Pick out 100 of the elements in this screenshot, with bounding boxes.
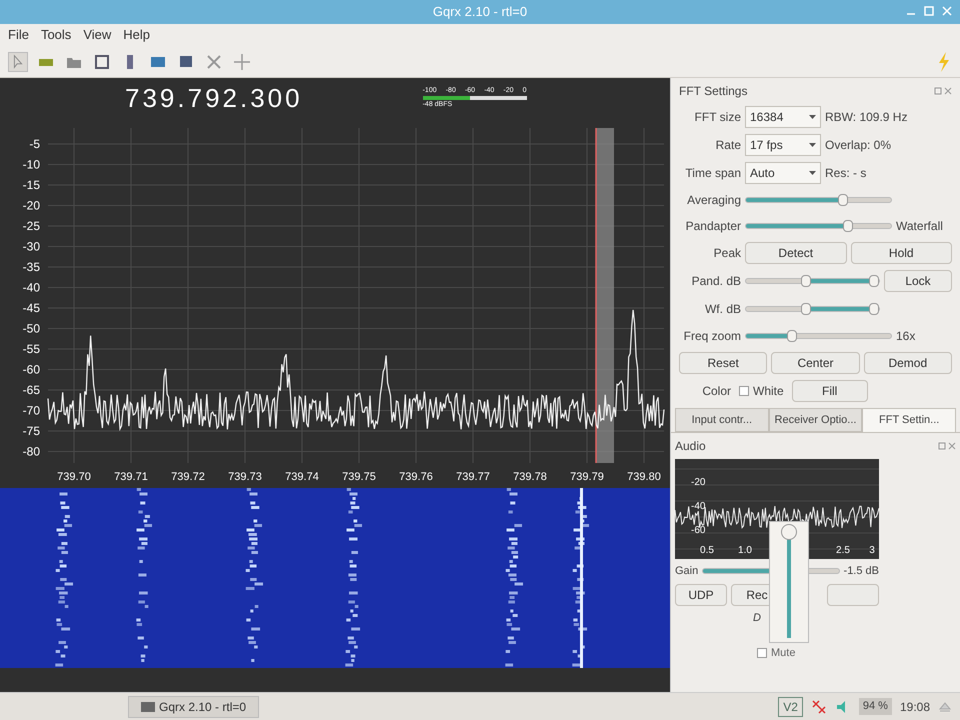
dropdown[interactable]: 16384 xyxy=(745,106,821,128)
x-axis-label: 739.80 xyxy=(627,471,661,483)
dropdown[interactable]: Auto xyxy=(745,162,821,184)
partial-label: D xyxy=(753,610,761,626)
lightning-icon[interactable] xyxy=(936,50,952,72)
checkbox-label: White xyxy=(753,383,784,400)
slider-handle[interactable] xyxy=(838,194,848,206)
fill-button[interactable]: Fill xyxy=(792,380,868,402)
panel-button[interactable]: Reset xyxy=(679,352,768,374)
setting-label: Freq zoom xyxy=(682,328,741,345)
x-axis-label: 739.77 xyxy=(456,471,490,483)
y-axis-label: -45 xyxy=(22,301,40,315)
dropdown[interactable]: 17 fps xyxy=(745,134,821,156)
dock-buttons-icon[interactable] xyxy=(934,87,952,95)
close-icon[interactable] xyxy=(942,6,952,16)
mute-label: Mute xyxy=(771,646,796,661)
menu-item[interactable]: Tools xyxy=(40,25,72,45)
y-axis-label: -50 xyxy=(22,322,40,336)
slider-handle[interactable] xyxy=(869,275,879,287)
passband-marker[interactable] xyxy=(596,128,614,463)
panel-button[interactable]: Center xyxy=(771,352,860,374)
x-axis-label: 1.0 xyxy=(738,545,752,556)
audio-button[interactable] xyxy=(827,584,879,606)
y-axis-label: -20 xyxy=(22,198,40,212)
gain-reading: -1.5 dB xyxy=(844,564,879,579)
panel-button[interactable]: Detect xyxy=(745,242,846,264)
x-axis-label: 3 xyxy=(869,545,875,556)
dock-tab[interactable]: FFT Settin... xyxy=(862,408,956,432)
setting-label: Wf. dB xyxy=(704,301,741,318)
slider-handle[interactable] xyxy=(800,275,811,287)
y-axis-label: -65 xyxy=(22,383,40,397)
taskbar-window-button[interactable]: Gqrx 2.10 - rtl=0 xyxy=(128,696,260,718)
x-axis-label: 739.76 xyxy=(399,471,433,483)
clock[interactable]: 19:08 xyxy=(900,698,930,716)
slider-track[interactable] xyxy=(745,333,892,339)
y-axis-label: -80 xyxy=(22,444,40,458)
y-axis-label: -35 xyxy=(22,260,40,274)
network-disconnected-icon[interactable] xyxy=(810,698,827,714)
y-axis-label: -55 xyxy=(22,342,40,356)
volume-handle[interactable] xyxy=(781,524,797,540)
y-axis-label: -40 xyxy=(22,280,40,294)
y-axis-label: -40 xyxy=(691,501,706,512)
setting-label: Peak xyxy=(712,245,741,262)
x-axis-label: 739.72 xyxy=(171,471,205,483)
slider-track[interactable] xyxy=(745,197,892,203)
dock-tab[interactable]: Receiver Optio... xyxy=(768,408,862,432)
setting-label: Averaging xyxy=(686,192,741,209)
setting-info: Overlap: 0% xyxy=(825,137,892,154)
y-axis-label: -20 xyxy=(691,477,706,488)
setting-label: Pand. dB xyxy=(690,273,741,290)
panel-button[interactable]: Hold xyxy=(850,242,952,264)
x-axis-label: 739.71 xyxy=(114,471,148,483)
setting-label: FFT size xyxy=(694,109,741,126)
y-axis-label: -60 xyxy=(22,362,40,376)
menu-item[interactable]: Help xyxy=(123,25,150,45)
battery-reading[interactable]: 94 % xyxy=(858,698,892,715)
maximize-icon[interactable] xyxy=(924,6,934,16)
setting-info: Res: - s xyxy=(825,165,866,182)
menu-item[interactable]: View xyxy=(83,25,112,45)
lock-button[interactable]: Lock xyxy=(884,270,952,292)
dock-title: Audio xyxy=(675,438,706,455)
x-axis-label: 739.79 xyxy=(570,471,604,483)
eject-icon[interactable] xyxy=(938,700,952,714)
setting-info: RBW: 109.9 Hz xyxy=(825,109,908,126)
slider-handle[interactable] xyxy=(842,220,852,232)
caret-icon xyxy=(809,115,816,119)
y-axis-label: -60 xyxy=(691,525,706,536)
caret-icon xyxy=(809,171,816,175)
pointer-icon[interactable] xyxy=(8,52,28,72)
slider-handle[interactable] xyxy=(800,303,811,315)
dock-buttons-icon[interactable] xyxy=(938,442,956,450)
x-axis-label: 739.75 xyxy=(342,471,376,483)
setting-label: Time span xyxy=(684,165,741,182)
x-axis-label: 739.78 xyxy=(513,471,547,483)
slider-track[interactable] xyxy=(745,223,892,229)
window-title: Gqrx 2.10 - rtl=0 xyxy=(432,3,528,22)
y-axis-label: -10 xyxy=(22,158,40,172)
setting-info: 16x xyxy=(896,328,916,345)
gain-label: Gain xyxy=(675,564,698,579)
dock-tab[interactable]: Input contr... xyxy=(675,408,769,432)
setting-label: Rate xyxy=(714,137,741,154)
slider-track[interactable] xyxy=(745,278,880,284)
x-axis-label: 739.73 xyxy=(228,471,262,483)
y-axis-label: -30 xyxy=(22,240,40,254)
y-axis-label: -70 xyxy=(22,404,40,418)
checkbox[interactable] xyxy=(739,386,749,396)
vnc-badge[interactable]: V2 xyxy=(778,696,803,716)
slider-track[interactable] xyxy=(745,306,880,312)
panel-button[interactable]: Demod xyxy=(864,352,952,374)
frequency-display[interactable]: 739.792.300 xyxy=(125,78,303,118)
slider-handle[interactable] xyxy=(869,303,879,315)
x-axis-label: 2.5 xyxy=(836,545,850,556)
audio-button[interactable]: UDP xyxy=(675,584,727,606)
setting-label: Color xyxy=(701,383,731,400)
setting-info: Waterfall xyxy=(896,218,944,235)
caret-icon xyxy=(809,143,816,147)
slider-handle[interactable] xyxy=(787,330,798,342)
mute-checkbox[interactable] xyxy=(757,648,767,658)
window-icon xyxy=(141,702,155,712)
menu-item[interactable]: File xyxy=(8,25,29,45)
